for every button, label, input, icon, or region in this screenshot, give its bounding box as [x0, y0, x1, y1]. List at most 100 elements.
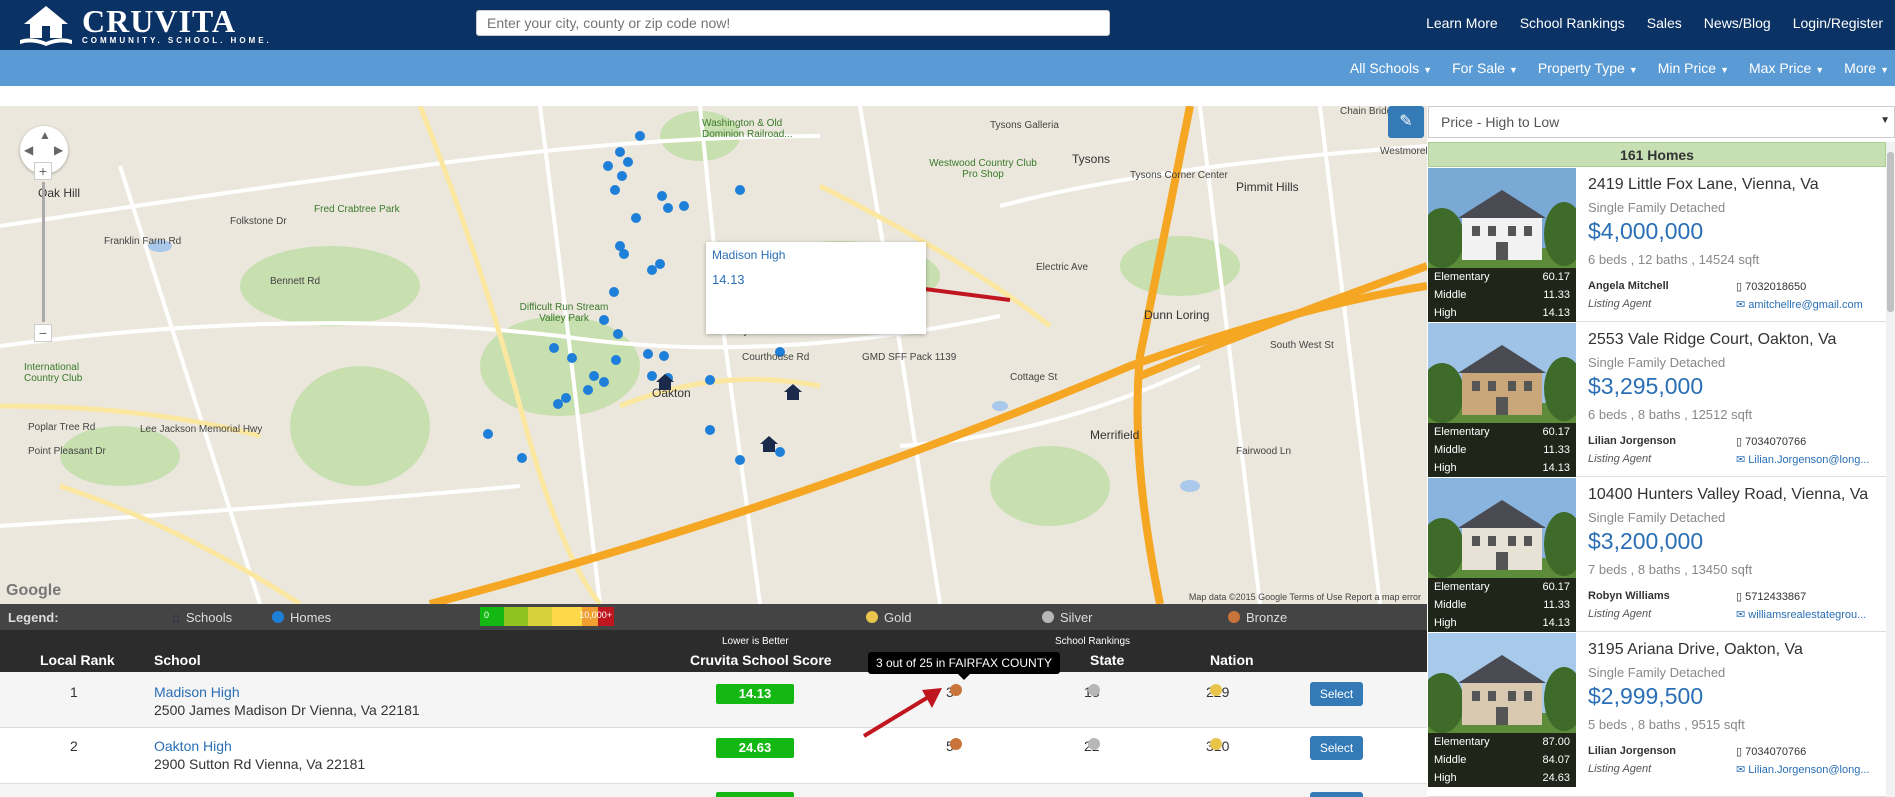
listing-specs: 5 beds , 8 baths , 9515 sqft [1588, 717, 1745, 732]
filter-min-price[interactable]: Min Price ▼ [1658, 60, 1729, 76]
listing-email[interactable]: ✉ Lilian.Jorgenson@long... [1736, 453, 1884, 466]
map-label: Tysons [1072, 152, 1111, 166]
listing-card[interactable]: Elementary 60.17 Middle 11.33 High 14.13 2553 … [1428, 323, 1886, 477]
school-level: Middle [1434, 754, 1467, 766]
map-label: Courthouse Rd [742, 352, 810, 363]
filter-for-sale[interactable]: For Sale ▼ [1452, 60, 1518, 76]
listing-school-row: High 14.13 [1428, 614, 1576, 632]
listing-school-row: Elementary 87.00 [1428, 733, 1576, 751]
filter-label: All Schools [1349, 60, 1420, 76]
gold-medal-icon [1210, 738, 1222, 750]
school-level: Middle [1434, 599, 1467, 611]
select-school-button[interactable]: Select [1310, 682, 1363, 706]
listing-school-scores: Elementary 60.17 Middle 11.33 High 14.13 [1428, 268, 1576, 322]
listing-card[interactable]: Elementary 87.00 Middle 84.07 High 24.63 3195 … [1428, 633, 1886, 797]
popup-title[interactable]: Madison High [712, 248, 785, 262]
pan-left-icon[interactable]: ◀ [24, 143, 33, 157]
map-label: Tysons Galleria [990, 120, 1059, 131]
listing-email-address[interactable]: Lilian.Jorgenson@long... [1748, 764, 1869, 776]
listing-address[interactable]: 10400 Hunters Valley Road, Vienna, Va [1588, 486, 1868, 504]
location-search-input[interactable] [476, 10, 1110, 36]
table-row [0, 784, 1427, 797]
listing-card[interactable]: Elementary 60.17 Middle 11.33 High 14.13 10400… [1428, 478, 1886, 632]
listing-school-row: High 24.63 [1428, 769, 1576, 787]
listing-email[interactable]: ✉ Lilian.Jorgenson@long... [1736, 763, 1884, 776]
zoom-out-button[interactable]: − [34, 324, 52, 342]
col-school: School [154, 652, 201, 668]
map-label: Folkstone Dr [230, 216, 287, 227]
nav-school-rankings[interactable]: School Rankings [1520, 15, 1625, 31]
cruvita-logo[interactable]: CRUVITA COMMUNITY. SCHOOL. HOME. [18, 4, 272, 46]
listing-phone: ▯ 5712433867 [1736, 590, 1806, 603]
legend-title: Legend: [8, 610, 59, 625]
sort-select-value: Price - High to Low [1441, 114, 1560, 130]
map-label: Electric Ave [1036, 262, 1089, 273]
pan-right-icon[interactable]: ▶ [54, 143, 63, 157]
listing-school-row: Middle 11.33 [1428, 441, 1576, 459]
caret-down-icon: ▼ [1628, 65, 1638, 75]
homes-count-bar: 161 Homes [1428, 142, 1886, 167]
nav-sales[interactable]: Sales [1647, 15, 1682, 31]
listing-phone: ▯ 7034070766 [1736, 745, 1806, 758]
listing-property-type: Single Family Detached [1588, 510, 1726, 525]
brand-name: CRUVITA [82, 3, 236, 39]
school-name-link[interactable]: Oakton High [154, 738, 232, 754]
listing-email[interactable]: ✉ williamsrealestategrou... [1736, 608, 1884, 621]
filter-more[interactable]: More ▼ [1844, 60, 1889, 76]
map-attribution[interactable]: Map data ©2015 Google Terms of Use Repor… [1189, 592, 1421, 602]
legend-silver-label: Silver [1060, 610, 1093, 625]
listing-address[interactable]: 2419 Little Fox Lane, Vienna, Va [1588, 176, 1819, 194]
col-nation: Nation [1210, 652, 1254, 668]
filter-property-type[interactable]: Property Type ▼ [1538, 60, 1638, 76]
listing-photo[interactable]: Elementary 60.17 Middle 11.33 High 14.13 [1428, 478, 1576, 632]
listing-photo[interactable]: Elementary 60.17 Middle 11.33 High 14.13 [1428, 323, 1576, 477]
pan-up-icon[interactable]: ▲ [39, 128, 51, 142]
listing-agent-name: Lilian Jorgenson [1588, 435, 1677, 447]
listing-price: $2,999,500 [1588, 683, 1704, 709]
phone-icon: ▯ [1736, 436, 1746, 448]
map-view[interactable]: Tysons Galleria Washington & Old Dominio… [0, 106, 1427, 604]
filter-max-price[interactable]: Max Price ▼ [1749, 60, 1824, 76]
brand-tagline: COMMUNITY. SCHOOL. HOME. [82, 36, 272, 45]
listing-email-address[interactable]: williamsrealestategrou... [1748, 609, 1866, 621]
nav-login-register[interactable]: Login/Register [1793, 15, 1883, 31]
zoom-in-button[interactable]: + [34, 162, 52, 180]
score-color-scale: 0 10,000+ [480, 607, 614, 626]
listing-photo[interactable]: Elementary 87.00 Middle 84.07 High 24.63 [1428, 633, 1576, 787]
select-school-button[interactable]: Select [1310, 736, 1363, 760]
school-address: 2900 Sutton Rd Vienna, Va 22181 [154, 756, 366, 772]
listing-phone-number: 5712433867 [1745, 591, 1807, 603]
listing-school-row: High 14.13 [1428, 459, 1576, 477]
listing-email-address[interactable]: amitchellre@gmail.com [1748, 299, 1862, 311]
nav-news-blog[interactable]: News/Blog [1704, 15, 1771, 31]
nav-learn-more[interactable]: Learn More [1426, 15, 1498, 31]
legend-gold: Gold [866, 610, 911, 625]
listings-scrollbar[interactable] [1886, 142, 1895, 797]
listing-address[interactable]: 2553 Vale Ridge Court, Oakton, Va [1588, 331, 1836, 349]
listing-photo[interactable]: Elementary 60.17 Middle 11.33 High 14.13 [1428, 168, 1576, 322]
listing-phone: ▯ 7032018650 [1736, 280, 1806, 293]
listing-address[interactable]: 3195 Ariana Drive, Oakton, Va [1588, 641, 1803, 659]
listing-phone-number: 7032018650 [1745, 281, 1807, 293]
edit-pencil-button[interactable]: ✎ [1388, 106, 1424, 138]
listing-email-address[interactable]: Lilian.Jorgenson@long... [1748, 454, 1869, 466]
zoom-slider-track[interactable] [42, 182, 45, 322]
pencil-icon: ✎ [1399, 113, 1413, 130]
school-icon: ⌂ [172, 610, 180, 625]
school-level: Elementary [1434, 736, 1490, 748]
filter-label: Property Type [1537, 60, 1625, 76]
select-school-button[interactable] [1310, 792, 1363, 797]
envelope-icon: ✉ [1736, 609, 1749, 621]
map-label: Point Pleasant Dr [28, 446, 106, 457]
filter-all-schools[interactable]: All Schools ▼ [1350, 60, 1432, 76]
listing-card[interactable]: Elementary 60.17 Middle 11.33 High 14.13 2419 … [1428, 168, 1886, 322]
map-label: Franklin Farm Rd [104, 236, 182, 247]
col-local-rank: Local Rank [40, 652, 115, 668]
scrollbar-thumb[interactable] [1887, 152, 1894, 312]
listing-school-row: Middle 11.33 [1428, 286, 1576, 304]
sort-select[interactable]: Price - High to Low ▼ [1428, 106, 1895, 138]
school-level-score: 14.13 [1542, 307, 1570, 319]
school-name-link[interactable]: Madison High [154, 684, 240, 700]
listing-email[interactable]: ✉ amitchellre@gmail.com [1736, 298, 1884, 311]
col-lower-better-note: Lower is Better [722, 636, 789, 647]
